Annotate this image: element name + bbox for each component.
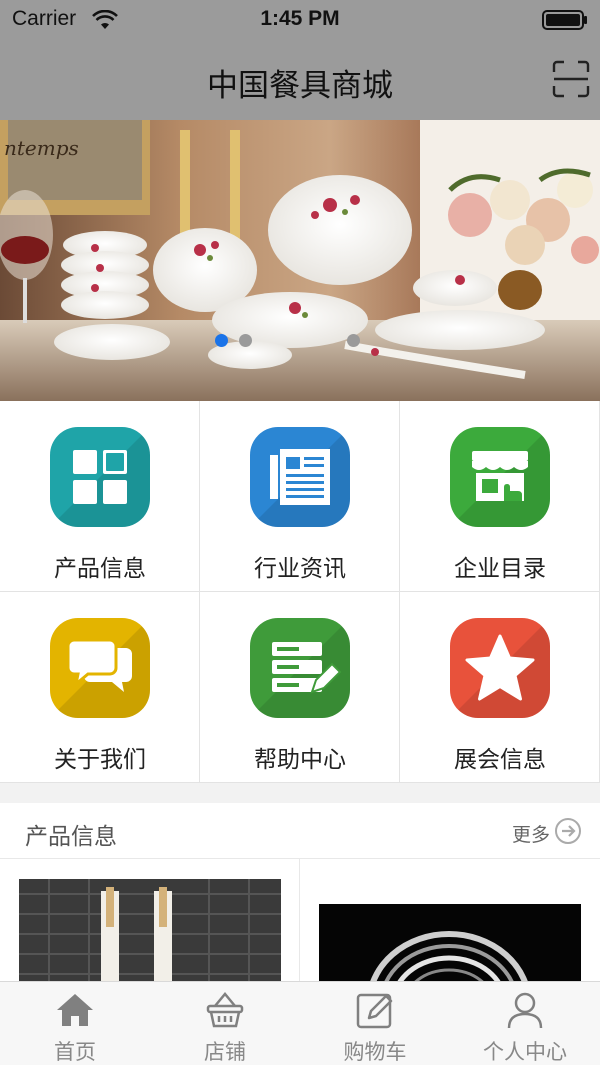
tab-label: 个人中心 [483,1040,567,1064]
grid-item-label: 企业目录 [454,556,546,582]
grid-item-label: 关于我们 [54,747,146,773]
banner-image: ntemps [0,120,600,401]
tab-label: 店铺 [204,1040,246,1064]
grid-item-exhibition[interactable]: 展会信息 [400,592,600,783]
product-card[interactable] [300,859,600,983]
carousel-dot[interactable] [347,334,360,347]
tab-label: 购物车 [343,1040,407,1064]
section-title: 产品信息 [25,824,117,850]
grid-item-label: 帮助中心 [254,747,346,773]
grid-item-directory[interactable]: 企业目录 [400,401,600,592]
more-link[interactable]: 更多 [512,820,550,847]
arrow-right-circle-icon[interactable] [554,817,582,845]
carousel-indicator [0,334,600,348]
tab-profile[interactable]: 个人中心 [450,982,600,1065]
grid-item-label: 产品信息 [54,556,146,582]
grid-item-help[interactable]: 帮助中心 [200,592,400,783]
svg-text:ntemps: ntemps [4,136,79,160]
star-icon [450,618,550,718]
tab-bar: 首页 店铺 购物车 个人中心 [0,981,600,1065]
product-list [0,859,600,983]
tab-home[interactable]: 首页 [0,982,150,1065]
grid-item-label: 展会信息 [454,747,546,773]
clock: 1:45 PM [260,7,340,30]
top-bar: Carrier 1:45 PM 中国餐具商城 [0,0,600,120]
page-title: 中国餐具商城 [207,68,393,104]
tab-label: 首页 [54,1040,96,1064]
user-icon [507,992,543,1029]
chat-bubbles-icon [50,618,150,718]
status-bar: Carrier 1:45 PM [0,0,600,40]
home-icon [57,994,93,1026]
banner-carousel[interactable]: ntemps [0,120,600,401]
product-image [319,904,581,983]
carousel-dot[interactable] [239,334,252,347]
grid-item-products[interactable]: 产品信息 [0,401,200,592]
battery-icon [542,10,587,30]
tab-shop[interactable]: 店铺 [150,982,300,1065]
products-section-header: 产品信息 更多 [0,803,600,859]
newspaper-icon [250,427,350,527]
basket-icon [206,992,244,1028]
product-card[interactable] [0,859,300,983]
tab-cart[interactable]: 购物车 [300,982,450,1065]
grid-squares-icon [50,427,150,527]
function-grid: 产品信息 行业资讯 企业目录 关于我们 帮助中心 展会信息 [0,401,600,783]
grid-item-label: 行业资讯 [254,556,346,582]
product-image [19,879,281,983]
server-edit-icon [250,618,350,718]
carousel-dot[interactable] [215,334,228,347]
grid-item-about[interactable]: 关于我们 [0,592,200,783]
edit-icon [356,993,393,1029]
scan-icon[interactable] [552,60,590,98]
storefront-icon [450,427,550,527]
grid-item-news[interactable]: 行业资讯 [200,401,400,592]
